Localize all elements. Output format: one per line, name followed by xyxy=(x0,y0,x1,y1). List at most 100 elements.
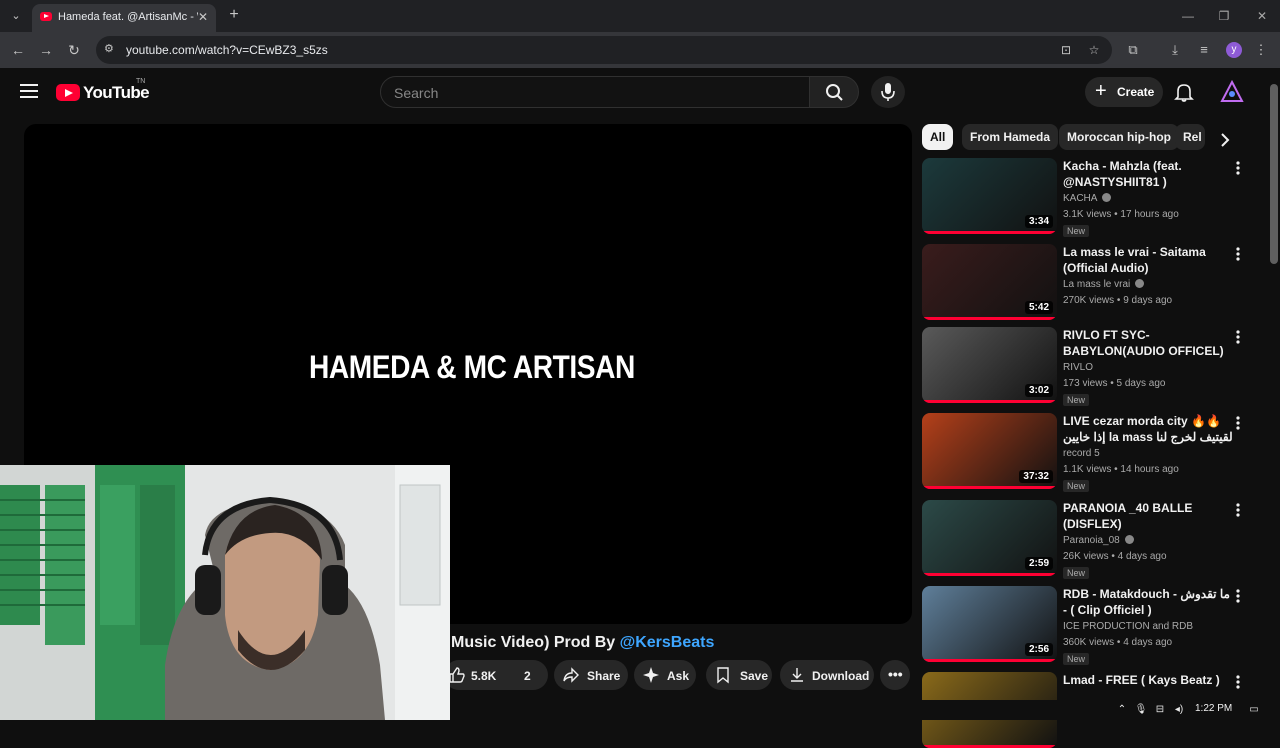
video-thumbnail[interactable]: 2:56 xyxy=(922,586,1057,662)
video-thumbnail[interactable]: 5:42 xyxy=(922,244,1057,320)
ask-button[interactable]: Ask xyxy=(634,660,696,690)
search-input[interactable]: Search xyxy=(380,76,810,108)
search-button[interactable] xyxy=(809,76,859,108)
verified-badge-icon xyxy=(1102,193,1112,202)
account-avatar[interactable] xyxy=(1219,79,1245,105)
chevron-right-icon[interactable] xyxy=(1215,130,1235,150)
notifications-bell-icon[interactable] xyxy=(1172,80,1196,104)
forward-icon[interactable]: → xyxy=(36,40,56,60)
address-bar[interactable]: ⚙ youtube.com/watch?v=CEwBZ3_s5zs ⊡ ☆ xyxy=(96,36,1112,64)
share-button[interactable]: Share xyxy=(554,660,628,690)
view-meta: 26K views • 4 days ago xyxy=(1063,551,1167,562)
more-vertical-icon[interactable] xyxy=(1234,246,1242,262)
channel-name[interactable]: KACHA xyxy=(1063,193,1112,204)
recommendation-title[interactable]: LIVE cezar morda city 🔥🔥 إذا خايين la ma… xyxy=(1063,413,1233,445)
save-button[interactable]: Save xyxy=(706,660,772,690)
recommendation-item[interactable]: 37:32 LIVE cezar morda city 🔥🔥 إذا خايين… xyxy=(922,413,1256,492)
recommendation-item[interactable]: 3:34 Kacha - Mahzla (feat. @NASTYSHIIT81… xyxy=(922,158,1256,237)
create-button[interactable]: + Create xyxy=(1085,77,1163,107)
tab-search-icon[interactable]: ⌄ xyxy=(6,7,26,25)
download-label: Download xyxy=(812,669,870,683)
recommendation-title[interactable]: RDB - Matakdouch - ما تقدوش - ( Clip Off… xyxy=(1063,586,1233,618)
page-scrollbar[interactable] xyxy=(1268,68,1280,720)
downloads-icon[interactable]: ⤓ xyxy=(1166,41,1184,59)
browser-menu-icon[interactable]: ⋮ xyxy=(1252,41,1270,59)
duration-badge: 3:34 xyxy=(1024,215,1053,228)
volume-icon[interactable]: ◂) xyxy=(1172,703,1186,717)
notification-center-icon[interactable]: ▭ xyxy=(1247,703,1261,717)
recommendation-title[interactable]: La mass le vrai - Saitama (Official Audi… xyxy=(1063,244,1233,276)
view-meta: 270K views • 9 days ago xyxy=(1063,295,1173,306)
more-vertical-icon[interactable] xyxy=(1234,160,1242,176)
recommendation-item[interactable]: 5:42 La mass le vrai - Saitama (Official… xyxy=(922,244,1256,322)
more-actions-button[interactable]: ••• xyxy=(880,660,910,690)
bookmark-star-icon[interactable]: ☆ xyxy=(1086,42,1102,58)
more-vertical-icon[interactable] xyxy=(1234,415,1242,431)
voice-search-button[interactable] xyxy=(871,76,905,108)
recommendation-item[interactable]: 2:59 PARANOIA _40 BALLE (DISFLEX) Parano… xyxy=(922,500,1256,579)
restore-icon[interactable]: ❐ xyxy=(1214,6,1234,26)
channel-name[interactable]: ICE PRODUCTION and RDB xyxy=(1063,621,1193,632)
recommendation-title[interactable]: Lmad - FREE ( Kays Beatz ) xyxy=(1063,672,1233,688)
url-text: youtube.com/watch?v=CEwBZ3_s5zs xyxy=(126,43,328,57)
channel-name[interactable]: Paranoia_08 xyxy=(1063,535,1134,546)
video-thumbnail[interactable]: 3:34 xyxy=(922,158,1057,234)
like-icon[interactable] xyxy=(448,666,466,684)
watch-progress-bar xyxy=(922,573,1057,576)
more-vertical-icon[interactable] xyxy=(1234,329,1242,345)
channel-name-text: RIVLO xyxy=(1063,362,1094,373)
video-thumbnail[interactable]: 2:59 xyxy=(922,500,1057,576)
channel-name[interactable]: La mass le vrai xyxy=(1063,279,1145,290)
close-tab-icon[interactable]: ✕ xyxy=(196,10,210,24)
download-icon xyxy=(791,668,803,682)
microphone-tray-icon[interactable]: 🎙 xyxy=(1134,703,1148,717)
more-vertical-icon[interactable] xyxy=(1234,502,1242,518)
channel-name[interactable]: RIVLO xyxy=(1063,362,1093,373)
watch-progress-bar xyxy=(922,317,1057,320)
download-button[interactable]: Download xyxy=(780,660,874,690)
more-vertical-icon[interactable] xyxy=(1234,588,1242,604)
duration-badge: 2:59 xyxy=(1024,557,1053,570)
extensions-icon[interactable]: ⧉ xyxy=(1124,41,1142,59)
site-info-icon[interactable]: ⚙ xyxy=(104,42,118,56)
reload-icon[interactable]: ↻ xyxy=(64,40,84,60)
duration-badge: 3:02 xyxy=(1024,384,1053,397)
chip-all[interactable]: All xyxy=(922,124,954,150)
share-label: Share xyxy=(587,669,621,683)
browser-tab[interactable]: Hameda feat. @ArtisanMc - We ✕ xyxy=(32,4,216,32)
video-overlay-title: HAMEDA & MC ARTISAN xyxy=(309,349,635,385)
chevron-up-icon[interactable]: ⌃ xyxy=(1115,703,1129,717)
recommendation-title[interactable]: PARANOIA _40 BALLE (DISFLEX) xyxy=(1063,500,1233,532)
scrollbar-thumb[interactable] xyxy=(1270,84,1278,264)
chip-from-hameda[interactable]: From Hameda xyxy=(962,124,1059,150)
sparkle-icon xyxy=(643,667,659,683)
video-thumbnail[interactable]: 3:02 xyxy=(922,327,1057,403)
youtube-logo[interactable]: YouTube TN xyxy=(56,78,150,104)
minimize-icon[interactable]: — xyxy=(1178,6,1198,26)
watch-progress-bar xyxy=(922,231,1057,234)
new-tab-icon[interactable]: + xyxy=(226,6,242,24)
recommendation-title[interactable]: RIVLO FT SYC-BABYLON(AUDIO OFFICEL) xyxy=(1063,327,1233,359)
view-meta: 173 views • 5 days ago xyxy=(1063,378,1166,389)
install-app-icon[interactable]: ⊡ xyxy=(1058,42,1074,58)
system-clock: 1:22 PM xyxy=(1195,703,1233,714)
new-badge: New xyxy=(1063,653,1090,665)
network-icon[interactable]: ⊟ xyxy=(1153,703,1167,717)
related-chips: All From Hameda Moroccan hip-hop Rel xyxy=(922,124,1242,150)
browser-profile-avatar[interactable]: y xyxy=(1226,42,1242,58)
chip-related[interactable]: Rel xyxy=(1175,124,1205,150)
back-icon[interactable]: ← xyxy=(8,40,28,60)
close-window-icon[interactable]: ✕ xyxy=(1252,6,1272,26)
video-thumbnail[interactable]: 37:32 xyxy=(922,413,1057,489)
more-vertical-icon[interactable] xyxy=(1234,674,1242,690)
recommendation-item[interactable]: 3:02 RIVLO FT SYC-BABYLON(AUDIO OFFICEL)… xyxy=(922,327,1256,406)
producer-link[interactable]: @KersBeats xyxy=(620,634,715,651)
chip-moroccan-hip-hop[interactable]: Moroccan hip-hop xyxy=(1059,124,1179,150)
channel-name-text: Paranoia_08 xyxy=(1063,535,1120,546)
guide-menu-icon[interactable] xyxy=(20,84,38,98)
recommendation-item[interactable]: 2:56 RDB - Matakdouch - ما تقدوش - ( Cli… xyxy=(922,586,1256,665)
channel-name[interactable]: record 5 xyxy=(1063,448,1100,459)
comment-count-button[interactable]: 2 xyxy=(508,660,548,690)
media-control-icon[interactable]: ≡ xyxy=(1195,41,1213,59)
recommendation-title[interactable]: Kacha - Mahzla (feat. @NASTYSHIIT81 ) xyxy=(1063,158,1233,190)
